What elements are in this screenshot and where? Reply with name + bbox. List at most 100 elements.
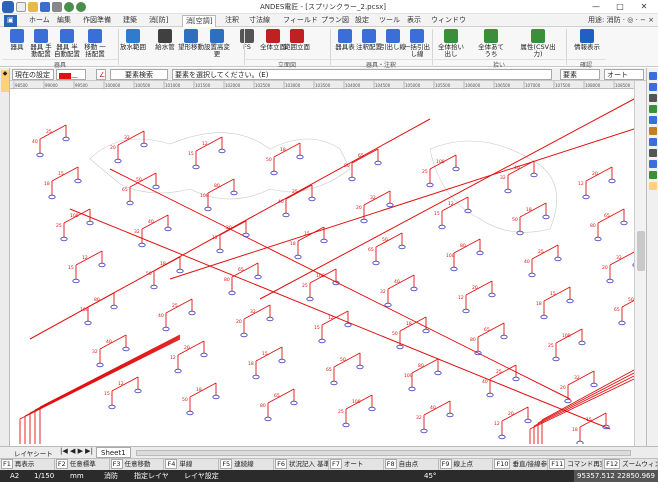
sprinkler-head-icon[interactable]	[308, 196, 316, 202]
sprinkler-head-icon[interactable]	[62, 136, 70, 142]
sprinkler-head-icon[interactable]	[566, 298, 574, 304]
sprinkler-head-icon[interactable]	[72, 278, 80, 284]
tab-plan[interactable]: プラン図	[318, 15, 352, 27]
minimize-button[interactable]: —	[584, 0, 608, 13]
sprinkler-head-icon[interactable]	[590, 382, 598, 388]
main-pipe[interactable]	[109, 168, 571, 400]
sprinkler-head-icon[interactable]	[218, 148, 226, 154]
branch-pipe[interactable]	[501, 406, 529, 422]
main-pipe[interactable]	[69, 208, 611, 430]
close-button[interactable]: ✕	[632, 0, 656, 13]
sprinkler-head-icon[interactable]	[498, 434, 506, 440]
sprinkler-head-icon[interactable]	[134, 388, 142, 394]
sprinkler-head-icon[interactable]	[408, 386, 416, 392]
riser-pipe[interactable]	[29, 336, 181, 414]
riser-pipe[interactable]	[541, 369, 634, 421]
sprinkler-head-icon[interactable]	[212, 394, 220, 400]
sprinkler-head-icon[interactable]	[512, 376, 520, 382]
sprinkler-head-icon[interactable]	[434, 370, 442, 376]
ribbon-button-10[interactable]: 範囲立面	[284, 29, 310, 51]
sprinkler-head-icon[interactable]	[138, 242, 146, 248]
riser-pipe[interactable]	[537, 372, 634, 424]
sprinkler-head-icon[interactable]	[254, 274, 262, 280]
branch-pipe[interactable]	[453, 238, 481, 254]
sprinkler-head-icon[interactable]	[516, 230, 524, 236]
sprinkler-head-icon[interactable]	[98, 262, 106, 268]
sprinkler-head-icon[interactable]	[264, 416, 272, 422]
sprinkler-head-icon[interactable]	[188, 310, 196, 316]
branch-pipe[interactable]	[153, 256, 181, 272]
ribbon-button-8[interactable]: FS	[234, 29, 260, 51]
sprinkler-head-icon[interactable]	[348, 176, 356, 182]
tab-window[interactable]: ウィンドウ	[428, 15, 469, 27]
branch-pipe[interactable]	[75, 250, 103, 266]
fkey-f4[interactable]: F4 単線	[164, 459, 220, 470]
branch-pipe[interactable]	[531, 244, 559, 260]
sprinkler-head-icon[interactable]	[84, 320, 92, 326]
sprinkler-head-icon[interactable]	[110, 304, 118, 310]
sprinkler-head-icon[interactable]	[48, 194, 56, 200]
branch-pipe[interactable]	[411, 358, 439, 374]
sprinkler-head-icon[interactable]	[342, 422, 350, 428]
horizontal-scrollbar[interactable]	[136, 450, 631, 456]
sprinkler-drawing[interactable]: 25 40 32 20 12 15 18 50 65 80 100 25 40 32 20 12 15 18 50 6…	[10, 89, 634, 444]
sprinkler-head-icon[interactable]	[122, 346, 130, 352]
tab-settings[interactable]: 設定	[352, 15, 372, 27]
fkey-f8[interactable]: F8 自由点	[384, 459, 439, 470]
sprinkler-head-icon[interactable]	[486, 392, 494, 398]
ribbon-button-18[interactable]: 情報表示	[574, 29, 600, 51]
branch-pipe[interactable]	[141, 214, 169, 230]
sprinkler-head-icon[interactable]	[374, 160, 382, 166]
ribbon-button-5[interactable]: 給水管	[152, 29, 178, 51]
sprinkler-head-icon[interactable]	[564, 398, 572, 404]
sprinkler-head-icon[interactable]	[530, 172, 538, 178]
sprinkler-head-icon[interactable]	[398, 244, 406, 250]
branch-pipe[interactable]	[285, 184, 313, 200]
print-icon[interactable]	[52, 2, 62, 12]
sprinkler-head-icon[interactable]	[320, 238, 328, 244]
sprinkler-head-icon[interactable]	[228, 290, 236, 296]
riser-pipe[interactable]	[39, 334, 181, 408]
ribbon-button-4[interactable]: 放水範囲	[120, 29, 146, 51]
sprinkler-head-icon[interactable]	[618, 320, 626, 326]
sprinkler-head-icon[interactable]	[500, 334, 508, 340]
side-tool-icon-8[interactable]	[649, 160, 657, 168]
sprinkler-head-icon[interactable]	[74, 178, 82, 184]
sprinkler-head-icon[interactable]	[164, 226, 172, 232]
sprinkler-head-icon[interactable]	[446, 412, 454, 418]
branch-pipe[interactable]	[519, 202, 547, 218]
ribbon-button-7[interactable]: 設置高変更	[204, 29, 230, 58]
ribbon-button-17[interactable]: 属性(CSV出力)	[516, 29, 560, 58]
sprinkler-head-icon[interactable]	[216, 248, 224, 254]
sprinkler-head-icon[interactable]	[266, 316, 274, 322]
sheet-nav-arrows[interactable]: |◀ ◀ ▶ ▶|	[60, 447, 93, 455]
ribbon-button-11[interactable]: 器具表	[332, 29, 358, 51]
scroll-thumb[interactable]	[637, 231, 645, 271]
new-file-icon[interactable]	[16, 2, 26, 12]
sprinkler-head-icon[interactable]	[252, 374, 260, 380]
ribbon-button-3[interactable]: 移動 一括配置	[82, 29, 108, 58]
sprinkler-head-icon[interactable]	[96, 362, 104, 368]
context-usage[interactable]: 用途: 消防 · ◎ · − ×	[588, 15, 654, 25]
branch-pipe[interactable]	[579, 412, 607, 428]
sprinkler-head-icon[interactable]	[278, 358, 286, 364]
sprinkler-head-icon[interactable]	[464, 208, 472, 214]
command-prompt[interactable]: 要素を選択してください。(E)	[172, 69, 552, 80]
app-logo-icon[interactable]	[2, 1, 14, 13]
side-tool-icon-3[interactable]	[649, 105, 657, 113]
sprinkler-head-icon[interactable]	[126, 200, 134, 206]
branch-pipe[interactable]	[117, 130, 145, 146]
tab-architecture[interactable]: 建築	[120, 15, 140, 27]
sprinkler-head-icon[interactable]	[462, 308, 470, 314]
branch-pipe[interactable]	[129, 172, 157, 188]
open-folder-icon[interactable]	[28, 2, 38, 12]
tab-home[interactable]: ホーム	[26, 15, 53, 27]
sprinkler-head-icon[interactable]	[344, 322, 352, 328]
sprinkler-head-icon[interactable]	[152, 184, 160, 190]
redo-icon[interactable]	[76, 2, 86, 12]
sprinkler-head-icon[interactable]	[290, 400, 298, 406]
branch-pipe[interactable]	[465, 280, 493, 296]
branch-pipe[interactable]	[477, 322, 505, 338]
sprinkler-head-icon[interactable]	[86, 220, 94, 226]
snap-dropdown[interactable]: オート	[604, 69, 644, 80]
